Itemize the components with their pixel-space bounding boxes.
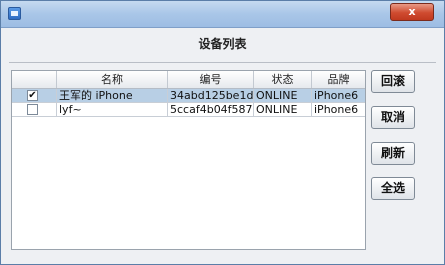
row-checkbox[interactable]: ✔ [27, 90, 38, 101]
device-status: ONLINE [254, 89, 312, 103]
title-divider [9, 62, 436, 63]
column-header-status[interactable]: 状态 [254, 71, 312, 88]
device-table: 名称 编号 状态 品牌 ✔ 王军的 iPhone 34abd125be1d...… [11, 70, 366, 250]
device-id: 34abd125be1d... [168, 89, 254, 103]
device-brand: iPhone6 [312, 103, 365, 117]
column-header-name[interactable]: 名称 [57, 71, 168, 88]
dialog-window: x 设备列表 名称 编号 状态 品牌 ✔ 王军的 iPhone 34abd125… [0, 0, 445, 265]
device-status: ONLINE [254, 103, 312, 117]
device-name: lyf~ [57, 103, 168, 117]
rollback-button[interactable]: 回滚 [371, 70, 415, 93]
column-header-select[interactable] [12, 71, 57, 88]
table-row[interactable]: lyf~ 5ccaf4b04f587... ONLINE iPhone6 [12, 103, 365, 117]
table-header: 名称 编号 状态 品牌 [12, 71, 365, 89]
select-cell [12, 103, 57, 117]
select-all-button[interactable]: 全选 [371, 177, 415, 200]
close-button[interactable]: x [390, 3, 434, 21]
column-header-id[interactable]: 编号 [168, 71, 254, 88]
refresh-button[interactable]: 刷新 [371, 142, 415, 165]
cancel-button[interactable]: 取消 [371, 106, 415, 129]
table-row[interactable]: ✔ 王军的 iPhone 34abd125be1d... ONLINE iPho… [12, 89, 365, 103]
dialog-content: 设备列表 名称 编号 状态 品牌 ✔ 王军的 iPhone 34abd125be… [9, 28, 436, 258]
page-title: 设备列表 [198, 37, 247, 51]
app-icon [8, 7, 21, 20]
device-brand: iPhone6 [312, 89, 365, 103]
select-cell: ✔ [12, 89, 57, 103]
device-id: 5ccaf4b04f587... [168, 103, 254, 117]
title-bar[interactable]: x [1, 1, 444, 28]
row-checkbox[interactable] [27, 104, 38, 115]
device-name: 王军的 iPhone [57, 89, 168, 103]
column-header-brand[interactable]: 品牌 [312, 71, 365, 88]
